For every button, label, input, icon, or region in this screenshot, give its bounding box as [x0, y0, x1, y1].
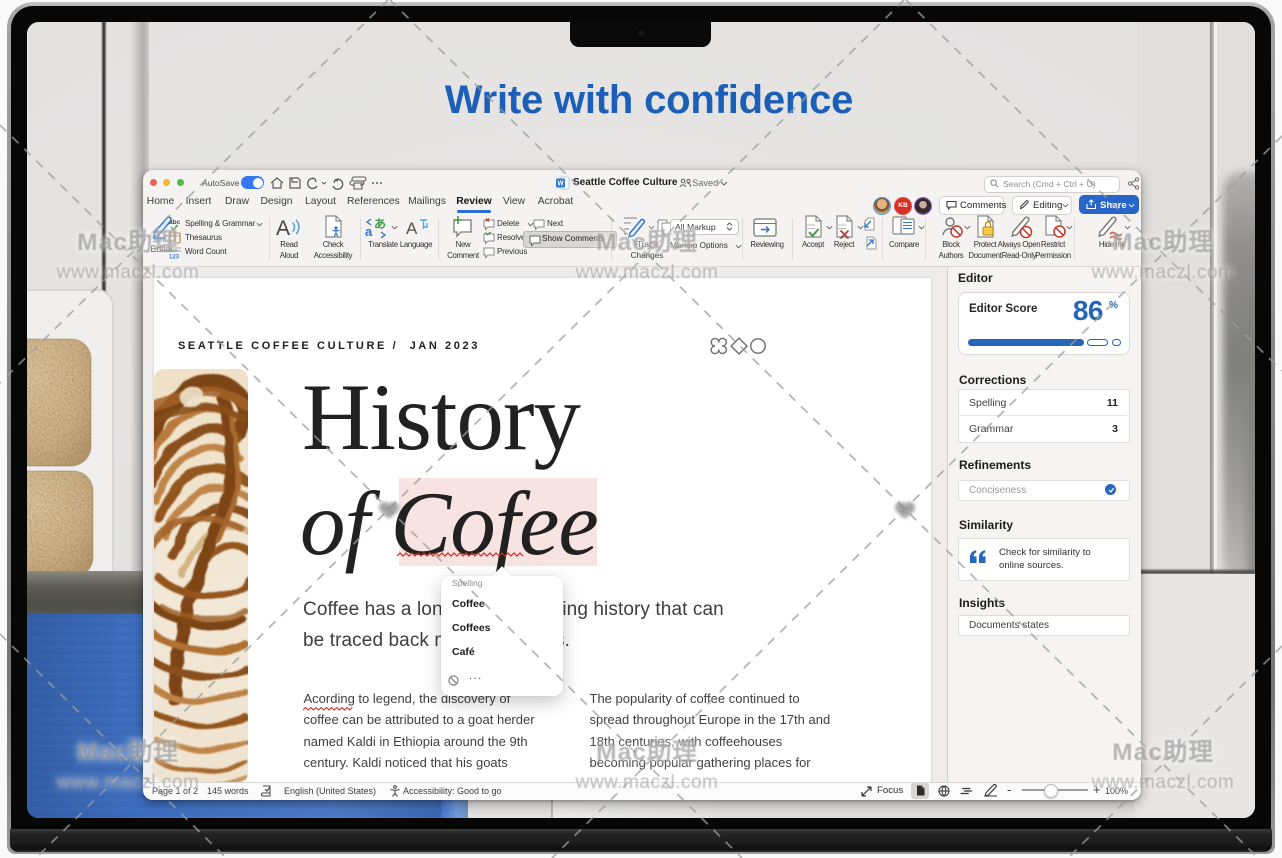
- svg-text:あ: あ: [374, 217, 386, 231]
- svg-text:A: A: [406, 219, 418, 238]
- svg-text:a: a: [365, 224, 373, 238]
- svg-text:A: A: [276, 217, 290, 238]
